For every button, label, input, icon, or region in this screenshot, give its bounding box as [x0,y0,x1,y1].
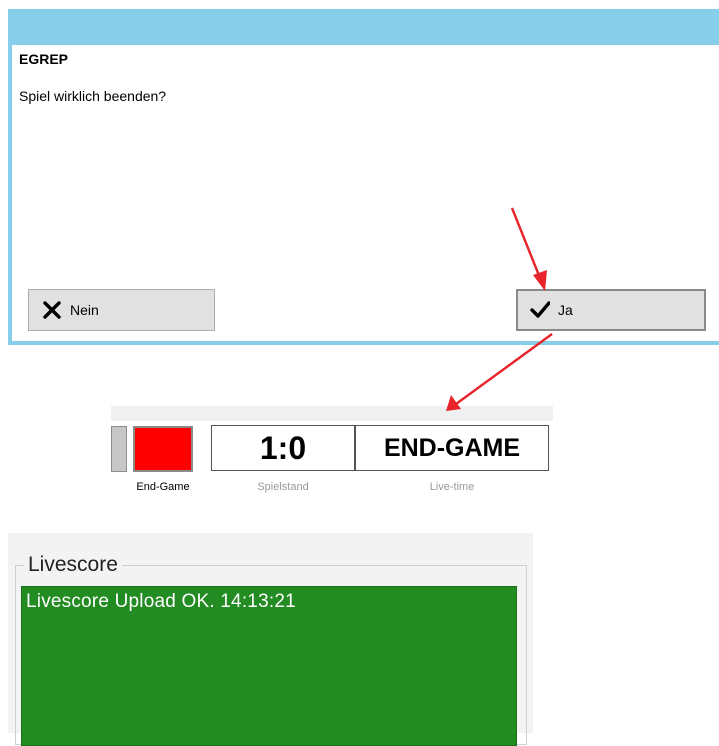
dialog-body: EGREP Spiel wirklich beenden? Nein Ja [12,45,719,341]
score-caption: Spielstand [257,481,309,493]
end-game-indicator[interactable] [133,426,193,472]
livescore-group: Livescore Livescore Upload OK. 14:13:21 [8,533,533,746]
nein-button-label: Nein [70,302,99,318]
dialog-message: Spiel wirklich beenden? [19,88,167,104]
ja-button[interactable]: Ja [516,289,706,331]
confirm-dialog: EGREP Spiel wirklich beenden? Nein Ja [8,9,719,345]
scoreboard-strip [111,406,553,421]
score-display: 1:0 [211,425,355,471]
checkmark-icon [530,301,550,318]
nein-button[interactable]: Nein [28,289,215,331]
previous-indicator[interactable] [111,426,127,472]
arrow-to-scoreboard [446,333,553,411]
x-icon [43,301,61,319]
end-game-caption: End-Game [136,481,190,493]
live-time-caption: Live-time [429,481,475,493]
livescore-legend: Livescore [24,552,122,578]
livescore-status-panel: Livescore Upload OK. 14:13:21 [21,586,517,746]
livescore-status-text: Livescore Upload OK. 14:13:21 [26,591,296,612]
scoreboard: 1:0 END-GAME End-Game Spielstand Live-ti… [111,406,553,496]
live-time-display: END-GAME [355,425,549,471]
ja-button-label: Ja [558,302,573,318]
dialog-title: EGREP [19,51,69,67]
